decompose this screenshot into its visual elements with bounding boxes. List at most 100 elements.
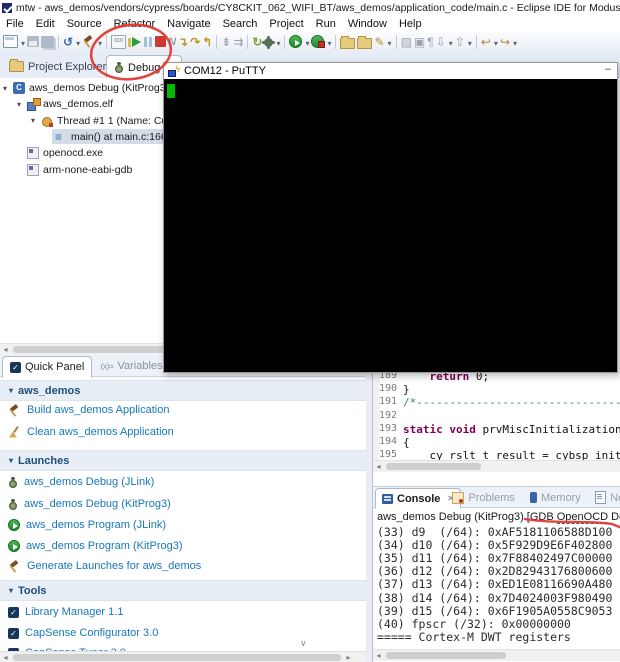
- quick-panel-link[interactable]: Clean aws_demos Application: [8, 424, 174, 440]
- instruction-stepping-icon[interactable]: ⇉: [233, 35, 243, 49]
- tab-news[interactable]: News: [589, 488, 620, 507]
- run-icon[interactable]: [289, 35, 302, 48]
- putty-title-bar[interactable]: COM12 - PuTTY –: [164, 63, 617, 79]
- disconnect-icon[interactable]: N: [168, 35, 176, 49]
- next-annotation-dropdown-icon[interactable]: [448, 33, 453, 51]
- step-return-icon[interactable]: ↰: [202, 35, 212, 49]
- title-bar[interactable]: mtw - aws_demos/vendors/cypress/boards/C…: [0, 0, 620, 16]
- quick-panel-vscroll-down-icon[interactable]: ∨: [300, 638, 307, 649]
- section-header-launches[interactable]: ▾Launches: [0, 450, 366, 471]
- tree-row-content: aws_demos Debug (KitProg3) [: [10, 81, 178, 96]
- edit-icon[interactable]: ▨: [401, 35, 412, 49]
- save-all-icon[interactable]: [41, 36, 54, 48]
- previous-annotation-icon[interactable]: ⇧: [455, 35, 465, 49]
- scroll-thumb[interactable]: [386, 463, 481, 470]
- new-wizard-icon[interactable]: [3, 35, 18, 48]
- drop-to-frame-icon[interactable]: ⇟: [221, 35, 231, 49]
- refresh-icon[interactable]: ↻: [252, 35, 262, 49]
- quick-panel-link[interactable]: Build aws_demos Application: [8, 402, 169, 418]
- menu-item-source[interactable]: Source: [61, 18, 108, 30]
- resume-icon[interactable]: [128, 36, 142, 48]
- quick-panel-link[interactable]: Generate Launches for aws_demos: [8, 558, 201, 574]
- tree-row[interactable]: ▾aws_demos.elf: [14, 96, 116, 112]
- tab-quick-panel[interactable]: Quick Panel: [2, 356, 92, 378]
- menu-item-run[interactable]: Run: [310, 18, 342, 30]
- undo-icon[interactable]: ↺: [63, 35, 73, 49]
- back-history-icon[interactable]: ↩: [481, 35, 491, 49]
- external-tools-dropdown-icon[interactable]: [326, 33, 331, 51]
- editor-hscrollbar[interactable]: ◂: [373, 460, 620, 472]
- scroll-thumb[interactable]: [386, 652, 506, 659]
- binary-view-icon[interactable]: 010: [111, 35, 126, 49]
- forward-history-icon[interactable]: ↪: [500, 35, 510, 49]
- menu-item-help[interactable]: Help: [393, 18, 428, 30]
- quick-panel-link[interactable]: aws_demos Debug (KitProg3): [8, 496, 171, 512]
- previous-annotation-dropdown-icon[interactable]: [467, 33, 472, 51]
- debug-bug-icon: [114, 62, 124, 73]
- save-icon[interactable]: [27, 36, 39, 47]
- section-collapse-icon[interactable]: ▾: [6, 386, 16, 395]
- quick-panel-link[interactable]: Library Manager 1.1: [8, 604, 123, 620]
- forward-dropdown-icon[interactable]: [512, 33, 517, 51]
- toolbar-separator: [396, 35, 397, 49]
- tab-problems[interactable]: Problems: [446, 488, 520, 507]
- tab-variables[interactable]: (x)=Variables: [94, 356, 170, 376]
- mark-icon[interactable]: ▣: [414, 35, 425, 49]
- tree-row-content: openocd.exe: [24, 146, 106, 161]
- menu-item-search[interactable]: Search: [217, 18, 264, 30]
- tree-row[interactable]: arm-none-eabi-gdb: [14, 162, 135, 178]
- back-dropdown-icon[interactable]: [493, 33, 498, 51]
- build-hammer-icon[interactable]: [82, 35, 95, 48]
- section-collapse-icon[interactable]: ▾: [6, 456, 16, 465]
- scroll-left-icon[interactable]: ◂: [373, 650, 384, 661]
- new-dropdown-icon[interactable]: [20, 33, 25, 51]
- scroll-right-icon[interactable]: ▸: [343, 652, 354, 662]
- quick-panel-link-label: aws_demos Debug (JLink): [24, 476, 154, 488]
- tree-expand-caret-icon[interactable]: ▾: [0, 84, 10, 93]
- section-header-tools[interactable]: ▾Tools: [0, 580, 366, 601]
- pencil-dropdown-icon[interactable]: [387, 33, 392, 51]
- import-folder-icon[interactable]: [357, 38, 372, 49]
- tree-row[interactable]: ▾Thread #1 1 (Name: Curre: [28, 113, 183, 129]
- undo-dropdown-icon[interactable]: [75, 33, 80, 51]
- tree-expand-caret-icon[interactable]: ▾: [14, 100, 24, 109]
- menu-item-edit[interactable]: Edit: [30, 18, 61, 30]
- launch-pencil-icon[interactable]: ✎: [374, 35, 384, 49]
- terminate-icon[interactable]: [155, 36, 166, 47]
- next-annotation-icon[interactable]: ⇩: [436, 35, 446, 49]
- quick-panel-link[interactable]: aws_demos Program (JLink): [8, 517, 166, 533]
- quick-panel-hscrollbar[interactable]: ◂ ▸: [0, 651, 366, 662]
- gear-dropdown-icon[interactable]: [275, 33, 280, 51]
- external-tools-icon[interactable]: [311, 35, 324, 48]
- show-whitespace-icon[interactable]: ¶: [427, 35, 433, 49]
- step-into-icon[interactable]: ↴: [178, 35, 188, 49]
- putty-minimize-button[interactable]: –: [605, 63, 611, 75]
- debug-config-gear-icon[interactable]: [264, 38, 273, 47]
- menu-item-window[interactable]: Window: [342, 18, 393, 30]
- quick-panel-link[interactable]: aws_demos Debug (JLink): [8, 474, 154, 490]
- section-collapse-icon[interactable]: ▾: [6, 586, 16, 595]
- tab-project-explorer[interactable]: Project Explorer: [2, 55, 113, 78]
- tree-row[interactable]: openocd.exe: [14, 145, 106, 161]
- console-hscrollbar[interactable]: ◂: [373, 649, 620, 661]
- menu-item-project[interactable]: Project: [263, 18, 309, 30]
- menu-item-refactor[interactable]: Refactor: [108, 18, 162, 30]
- build-dropdown-icon[interactable]: [97, 33, 102, 51]
- menu-item-file[interactable]: File: [0, 18, 30, 30]
- quick-panel-link[interactable]: aws_demos Program (KitProg3): [8, 538, 183, 554]
- tab-memory[interactable]: Memory: [524, 488, 587, 507]
- tree-expand-caret-icon[interactable]: ▾: [28, 116, 38, 125]
- menu-item-navigate[interactable]: Navigate: [161, 18, 216, 30]
- run-dropdown-icon[interactable]: [304, 33, 309, 51]
- toolbar-separator: [476, 35, 477, 49]
- suspend-icon[interactable]: [144, 36, 153, 48]
- quick-panel-link[interactable]: CapSense Configurator 3.0: [8, 625, 158, 641]
- step-over-icon[interactable]: ↷: [190, 35, 200, 49]
- open-folder-icon[interactable]: [340, 38, 355, 49]
- tree-row[interactable]: ▾aws_demos Debug (KitProg3) [: [0, 80, 178, 96]
- section-header-aws_demos[interactable]: ▾aws_demos: [0, 380, 366, 401]
- scroll-left-icon[interactable]: ◂: [0, 652, 11, 662]
- scroll-left-icon[interactable]: ◂: [373, 461, 384, 472]
- scroll-thumb[interactable]: [13, 654, 341, 661]
- elf-icon: [27, 98, 39, 110]
